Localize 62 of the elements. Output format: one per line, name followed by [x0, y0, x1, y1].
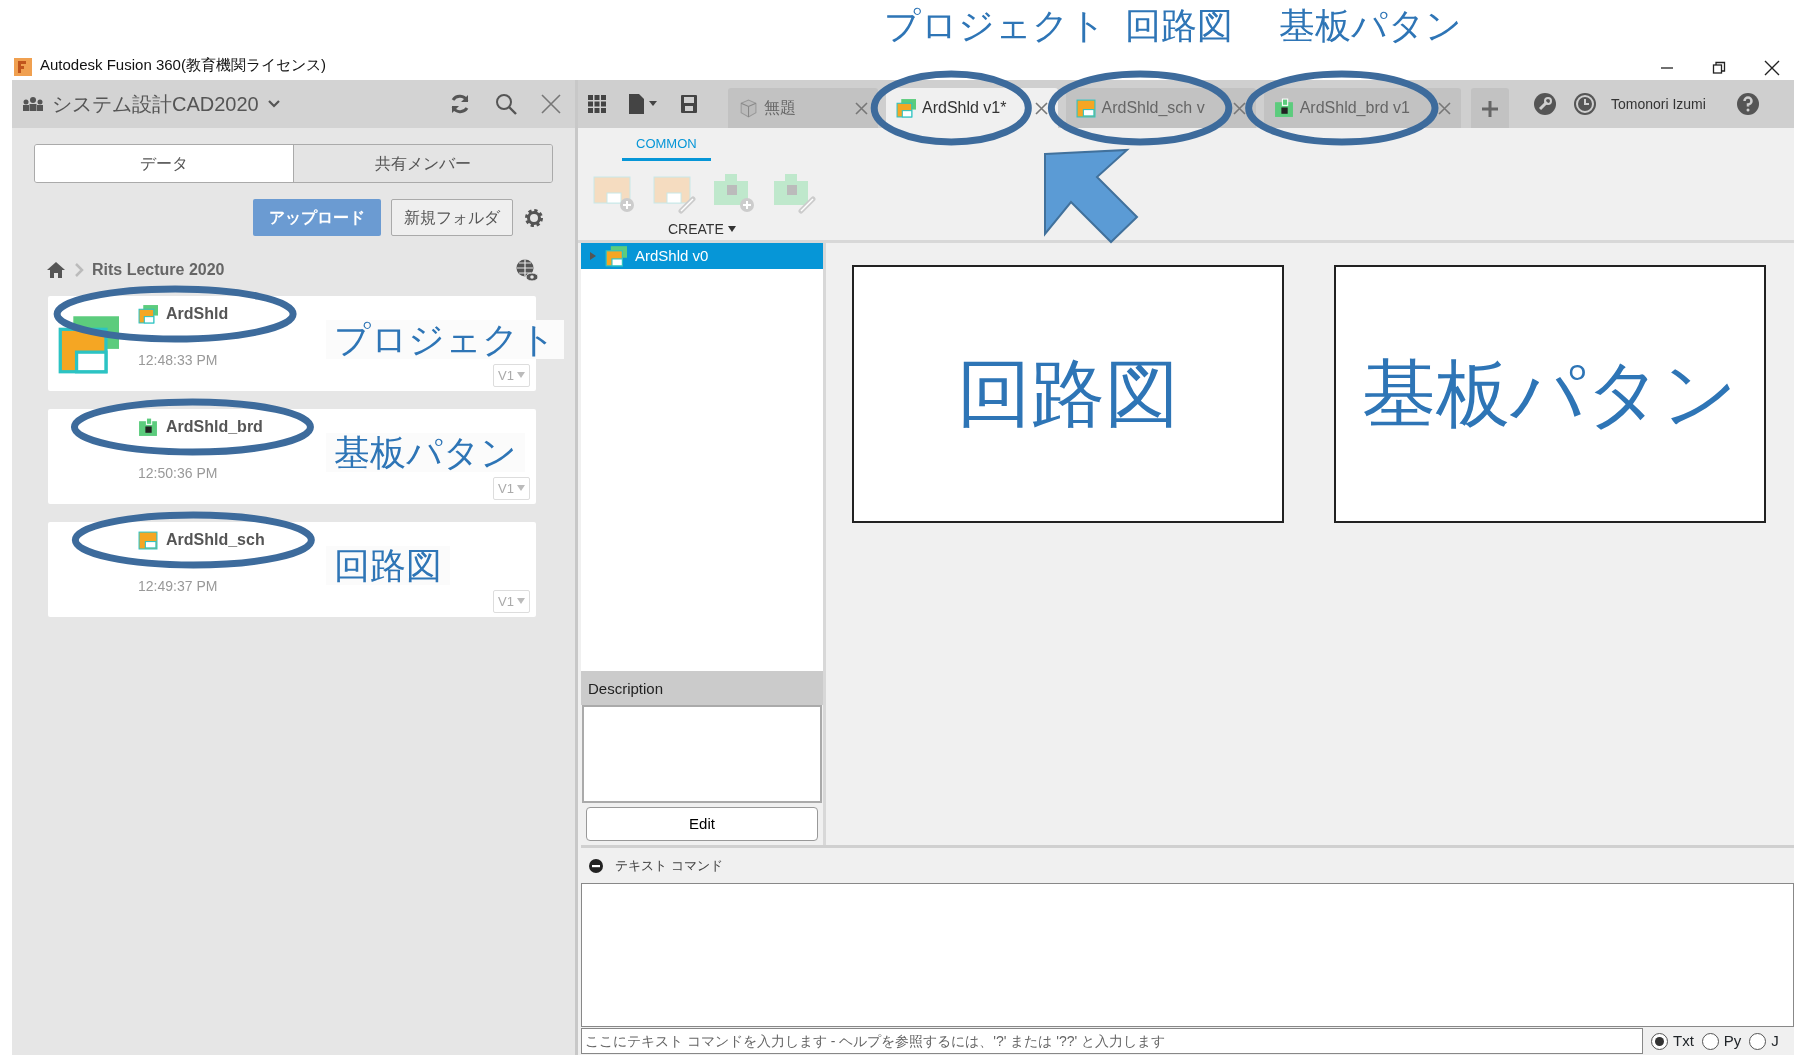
file-icon	[138, 417, 158, 437]
annotation-label: 回路図	[326, 545, 450, 586]
file-icon	[738, 98, 758, 118]
restore-icon[interactable]	[1712, 61, 1726, 75]
new-folder-button[interactable]: 新規フォルダ	[391, 199, 513, 236]
collapse-icon[interactable]	[589, 858, 603, 873]
annotation-label: プロジェクト	[326, 319, 564, 360]
annotation-label: 基板パタン	[326, 432, 525, 473]
segment-tab[interactable]: 共有メンバー	[293, 145, 552, 182]
description-field[interactable]	[582, 705, 822, 803]
caret-icon	[517, 485, 525, 492]
file-name: ArdShld	[166, 304, 229, 324]
plus-icon	[1480, 99, 1499, 118]
file-time: 12:50:36 PM	[138, 464, 218, 483]
create-dropdown[interactable]: CREATE	[668, 218, 736, 240]
file-icon	[896, 98, 916, 118]
command-input[interactable]: ここにテキスト コマンドを入力します - ヘルプを参照するには、'?' または '??' と入力します	[581, 1028, 1643, 1054]
home-icon[interactable]	[46, 261, 66, 279]
refresh-icon[interactable]	[449, 93, 471, 115]
save-icon[interactable]	[680, 94, 698, 114]
annotation-label: 基板パタン	[1279, 6, 1462, 46]
file-menu-icon[interactable]	[628, 93, 658, 115]
mode-radio[interactable]: Txt	[1651, 1029, 1694, 1053]
chevron-right-icon	[74, 262, 84, 278]
edit-button[interactable]: Edit	[586, 807, 818, 841]
file-icon	[1273, 98, 1294, 118]
annotation-label: 回路図	[1125, 6, 1233, 46]
file-icon	[138, 530, 158, 550]
document-tab[interactable]: ArdShld v1*	[886, 88, 1058, 128]
annotation-text-box: 回路図	[852, 265, 1284, 523]
description-header: Description	[581, 671, 823, 705]
globe-icon[interactable]	[515, 258, 539, 282]
caret-icon	[727, 226, 736, 232]
clock-icon[interactable]	[1572, 92, 1597, 116]
window-title: Autodesk Fusion 360(教育機関ライセンス)	[40, 54, 326, 75]
file-name: ArdShld_brd	[166, 417, 263, 437]
grid-icon[interactable]	[588, 95, 606, 113]
file-name: ArdShld_sch	[166, 530, 265, 550]
file-time: 12:49:37 PM	[138, 577, 218, 596]
help-icon[interactable]	[1735, 92, 1760, 116]
annotation-text-box: 基板パタン	[1334, 265, 1766, 523]
new-tab-button[interactable]	[1470, 88, 1509, 128]
search-icon[interactable]	[495, 93, 517, 115]
file-time: 12:48:33 PM	[138, 351, 218, 370]
caret-icon	[517, 598, 525, 605]
chevron-down-icon[interactable]	[266, 99, 281, 109]
app-logo-icon	[14, 58, 32, 76]
caret-icon	[517, 372, 525, 379]
close-icon[interactable]	[1764, 60, 1780, 76]
segment-tab[interactable]: データ	[35, 145, 293, 182]
file-icon	[1075, 98, 1096, 118]
file-icon	[605, 245, 627, 267]
annotation-label: プロジェクト	[884, 6, 1106, 46]
mode-radio[interactable]: Py	[1701, 1029, 1742, 1053]
people-icon	[22, 96, 44, 112]
mode-radio[interactable]: J	[1749, 1029, 1779, 1053]
user-name[interactable]: Tomonori Izumi	[1610, 93, 1706, 115]
file-icon	[138, 304, 158, 324]
settings-icon[interactable]	[523, 206, 545, 229]
wrench-circle-icon[interactable]	[1532, 92, 1557, 116]
breadcrumb-folder[interactable]: Rits Lecture 2020	[92, 258, 225, 282]
panel-title: テキスト コマンド	[615, 856, 723, 875]
